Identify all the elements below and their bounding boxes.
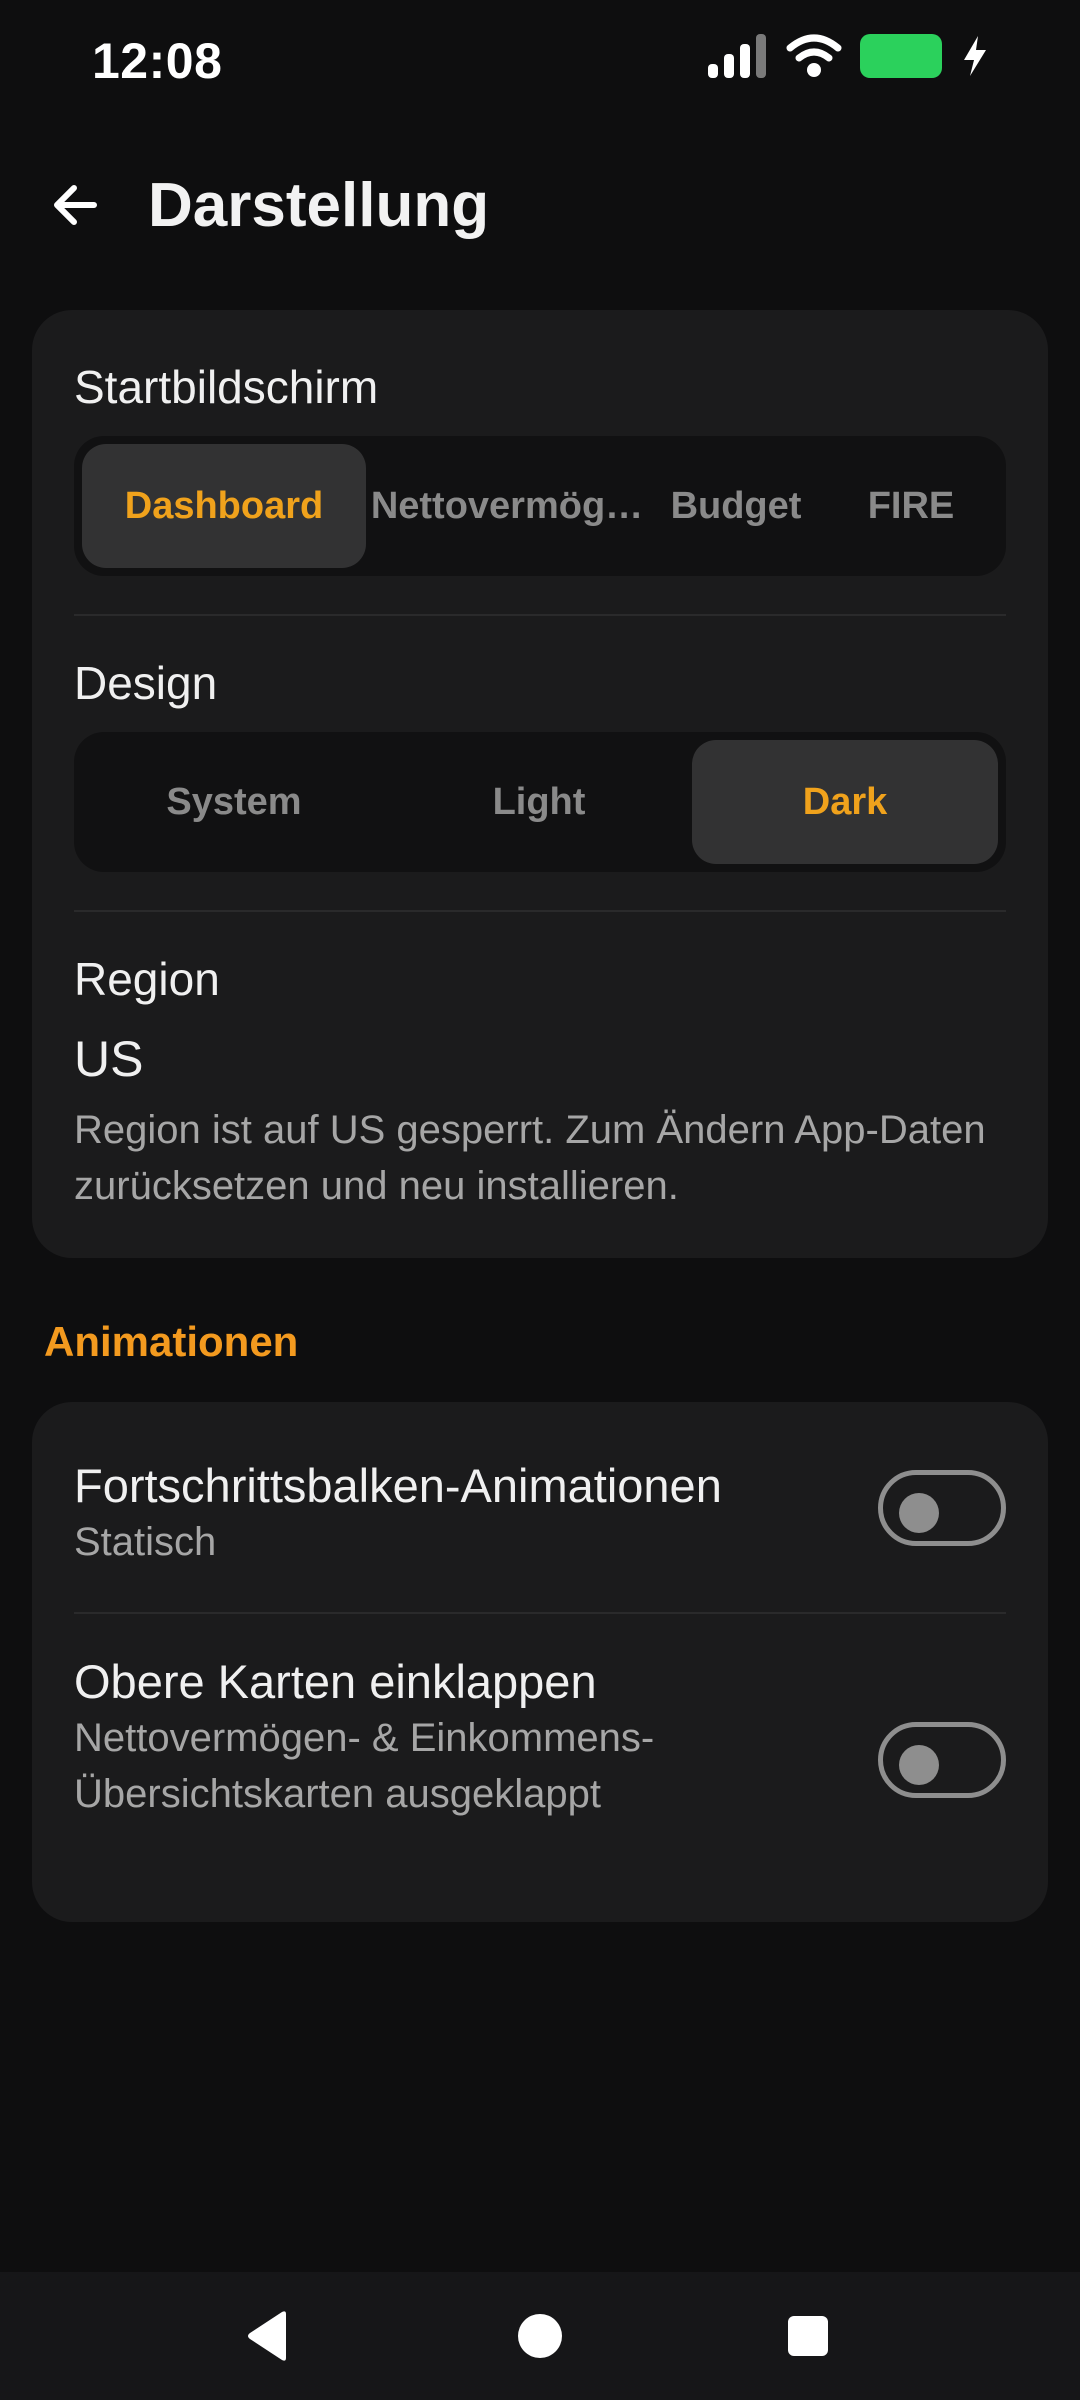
app-bar: Darstellung [0,150,1080,260]
collapse-cards-toggle[interactable] [878,1722,1006,1798]
start-screen-option-dashboard[interactable]: Dashboard [82,444,366,568]
row-title: Fortschrittsbalken-Animationen [74,1459,722,1512]
back-triangle-icon[interactable] [240,2306,300,2366]
start-screen-label: Startbildschirm [74,361,379,413]
start-screen-selector: Dashboard Nettovermög… Budget FIRE [74,436,1006,576]
row-subtitle: Statisch [74,1520,217,1564]
start-screen-option-fire[interactable]: FIRE [824,444,998,568]
design-option-light[interactable]: Light [386,740,692,864]
signal-icon [708,34,766,78]
charging-bolt-icon [964,36,986,76]
region-label: Region [74,953,220,1005]
status-icons [708,34,990,78]
start-screen-option-net-worth[interactable]: Nettovermög… [366,444,648,568]
status-bar: 12:08 [0,0,1080,122]
toggle-knob [899,1745,939,1785]
back-arrow-icon[interactable] [44,174,106,236]
progress-bar-animation-toggle[interactable] [878,1470,1006,1546]
divider [74,1612,1006,1614]
animations-card: Fortschrittsbalken-Animationen Statisch … [32,1402,1048,1922]
design-option-system[interactable]: System [82,740,386,864]
design-selector: System Light Dark [74,732,1006,872]
wifi-icon [786,34,842,77]
row-subtitle: Nettovermögen- & Einkommens-Übersichtska… [74,1716,655,1816]
region-description: Region ist auf US gesperrt. Zum Ändern A… [74,1108,986,1208]
section-header-animations: Animationen [44,1318,299,1365]
appearance-card: Startbildschirm Dashboard Nettovermög… B… [32,310,1048,1258]
row-title: Obere Karten einklappen [74,1655,597,1708]
design-option-dark[interactable]: Dark [692,740,998,864]
toggle-knob [899,1493,939,1533]
system-nav-bar [0,2272,1080,2400]
design-label: Design [74,657,218,709]
divider [74,614,1006,616]
recents-square-icon[interactable] [778,2306,838,2366]
page-title: Darstellung [148,171,490,240]
screen: 12:08 Darstellung Startbildschirm Dashbo… [0,0,1080,2400]
divider [74,910,1006,912]
region-value: US [74,1031,144,1087]
status-time: 12:08 [92,33,223,89]
start-screen-option-budget[interactable]: Budget [648,444,824,568]
home-circle-icon[interactable] [510,2306,570,2366]
battery-icon [860,34,942,78]
